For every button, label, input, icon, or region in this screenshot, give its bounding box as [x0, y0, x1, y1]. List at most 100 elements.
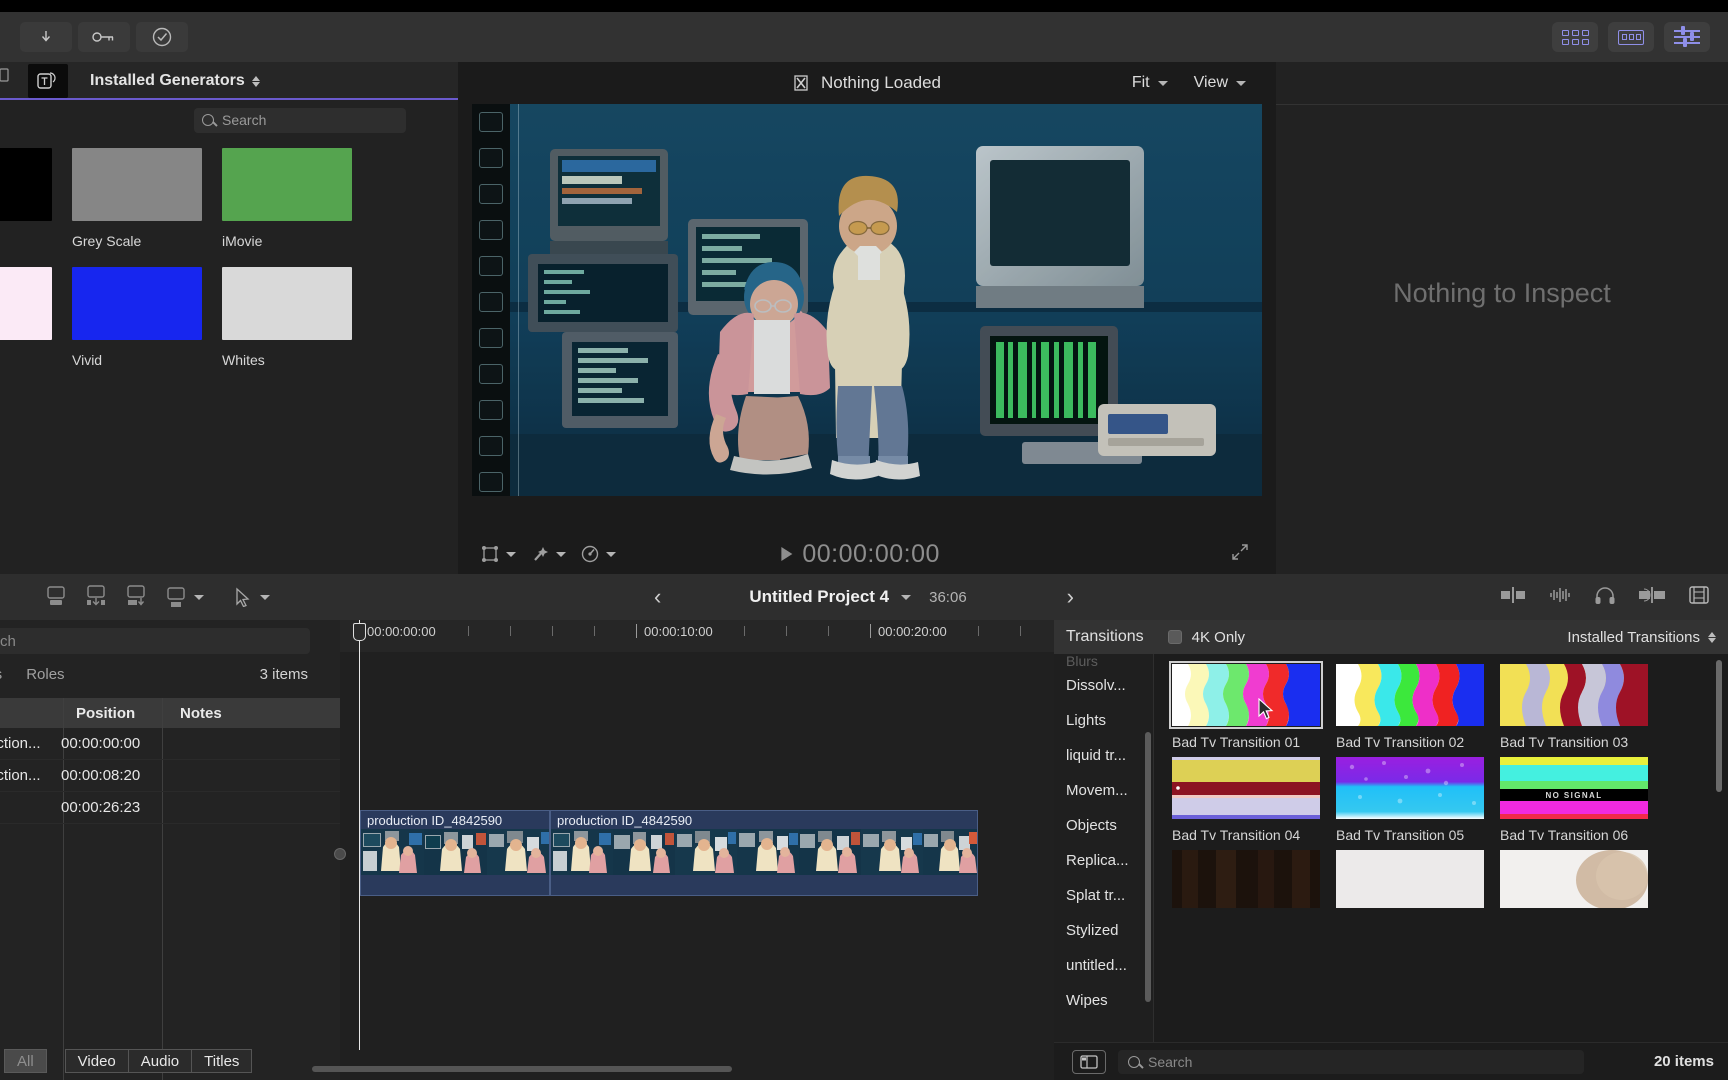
category-item[interactable]: Splat tr... [1054, 878, 1153, 913]
viewer-pane: Nothing Loaded Fit View 00:00:00:00 [458, 62, 1382, 574]
transition-item[interactable]: NO SIGNAL Bad Tv Transition 06 [1500, 757, 1648, 844]
timeline-pane[interactable]: 00:00:00:00 00:00:10:00 00:00:20:00 prod… [312, 620, 1054, 1080]
index-tab-tags[interactable]: ags [0, 666, 2, 683]
generator-item[interactable] [0, 148, 52, 249]
project-menu-chevron-down-icon[interactable] [901, 594, 912, 600]
index-column-position[interactable]: Position [76, 705, 164, 722]
next-project-button[interactable]: › [1067, 584, 1074, 610]
titles-generators-tab[interactable] [28, 64, 68, 98]
transition-item[interactable] [1336, 850, 1484, 915]
category-item[interactable]: Movem... [1054, 773, 1153, 808]
keyword-button[interactable] [78, 22, 130, 52]
transition-item[interactable]: Bad Tv Transition 04 [1172, 757, 1320, 844]
waveform-button[interactable] [1548, 586, 1572, 609]
retime-tool[interactable] [580, 544, 616, 564]
category-item[interactable]: untitled... [1054, 948, 1153, 983]
play-icon[interactable] [781, 547, 793, 561]
category-item[interactable]: Wipes [1054, 983, 1153, 1018]
previous-project-button[interactable]: ‹ [654, 584, 661, 610]
generator-item[interactable] [0, 267, 52, 368]
transition-item[interactable]: Bad Tv Transition 02 [1336, 664, 1484, 751]
category-scrollbar[interactable] [1145, 732, 1151, 1002]
transitions-grid-scrollbar[interactable] [1716, 660, 1722, 792]
transition-item[interactable]: Bad Tv Transition 05 [1336, 757, 1484, 844]
generator-thumbnail [0, 267, 52, 340]
effects-browser-button[interactable] [1608, 22, 1654, 52]
transitions-item-count: 20 items [1653, 1053, 1714, 1070]
viewer-status-text: Nothing Loaded [820, 73, 942, 92]
main-toolbar [0, 12, 1728, 62]
viewer-canvas[interactable] [472, 104, 1262, 496]
category-item[interactable]: Objects [1054, 808, 1153, 843]
sliders-icon [1674, 26, 1700, 47]
timeline-clip[interactable]: production ID_4842590 [360, 810, 550, 896]
key-icon [92, 32, 114, 42]
category-item[interactable]: Lights [1054, 703, 1153, 738]
analysis-button[interactable] [136, 22, 188, 52]
index-filter-titles[interactable]: Titles [191, 1049, 253, 1073]
generators-browser: Installed Generators Search Grey Scale i… [0, 62, 458, 574]
category-item[interactable]: Stylized [1054, 913, 1153, 948]
index-filter-audio[interactable]: Audio [127, 1049, 193, 1073]
4k-only-checkbox[interactable]: 4K Only [1167, 629, 1245, 646]
category-item[interactable]: Blurs [1054, 654, 1153, 668]
transition-thumbnail [1172, 850, 1320, 908]
index-column-notes[interactable]: Notes [180, 705, 222, 722]
installed-transitions-menu[interactable]: Installed Transitions [1567, 629, 1716, 646]
generator-item[interactable]: Whites [222, 267, 352, 368]
category-item[interactable]: Dissolv... [1054, 668, 1153, 703]
viewer-view-menu[interactable]: View [1194, 74, 1246, 92]
browser-edge-tab[interactable] [0, 68, 10, 82]
viewer-timecode[interactable]: 00:00:00:00 [802, 540, 940, 569]
transitions-search-input[interactable]: Search [1118, 1049, 1584, 1074]
transition-item[interactable] [1500, 850, 1648, 915]
titles-generators-icon [37, 72, 56, 89]
chevron-down-icon[interactable] [506, 551, 516, 557]
playhead-handle[interactable] [353, 623, 366, 641]
viewer-fullscreen-button[interactable] [1230, 542, 1250, 567]
waveform-icon [1550, 587, 1570, 602]
audio-meter-button[interactable] [1500, 586, 1526, 609]
transition-item[interactable]: Bad Tv Transition 03 [1500, 664, 1648, 751]
clip-start-handle[interactable] [334, 848, 346, 860]
transition-item[interactable]: Bad Tv Transition 01 [1169, 661, 1323, 751]
chevron-down-icon[interactable] [556, 551, 566, 557]
index-filter-video[interactable]: Video [64, 1049, 129, 1073]
table-row[interactable]: 00:00:26:23 [0, 792, 340, 824]
generator-item[interactable]: iMovie [222, 148, 352, 249]
inspector-toggle-button[interactable] [1664, 22, 1710, 52]
index-filter-all[interactable]: All [4, 1049, 47, 1073]
table-row[interactable]: uction... 00:00:00:00 [0, 728, 340, 760]
sidebar-toggle-button[interactable] [1072, 1049, 1106, 1074]
viewer-zoom-menu[interactable]: Fit [1132, 74, 1168, 92]
browser-toggle-button[interactable] [1552, 22, 1598, 52]
headphones-icon [1595, 586, 1615, 604]
browser-title-menu[interactable]: Installed Generators [90, 72, 260, 90]
audio-pan-button[interactable] [1638, 586, 1666, 609]
transitions-header: Transitions 4K Only Installed Transition… [1054, 620, 1728, 654]
timeline-index-button[interactable] [1688, 585, 1710, 610]
headphones-button[interactable] [1594, 585, 1616, 610]
transform-tool[interactable] [480, 544, 516, 564]
transform-icon [482, 546, 498, 562]
clip-filmstrip [551, 829, 977, 875]
timeline-ruler[interactable]: 00:00:00:00 00:00:10:00 00:00:20:00 [340, 620, 1054, 652]
enhancements-tool[interactable] [530, 544, 566, 564]
index-search-input[interactable]: ch [0, 628, 310, 654]
table-row[interactable]: uction... 00:00:08:20 [0, 760, 340, 792]
category-item[interactable]: Replica... [1054, 843, 1153, 878]
generators-search-input[interactable]: Search [194, 107, 406, 133]
generator-item[interactable]: Vivid [72, 267, 202, 368]
import-media-button[interactable] [20, 22, 72, 52]
generator-item[interactable]: Grey Scale [72, 148, 202, 249]
transition-item[interactable] [1172, 850, 1320, 915]
timeline-horizontal-scrollbar[interactable] [312, 1066, 1054, 1074]
index-tab-roles[interactable]: Roles [26, 666, 64, 683]
sidebar-toggle-icon [1080, 1054, 1098, 1069]
hourglass-icon [793, 75, 809, 92]
viewer-menus: Fit View [1132, 74, 1246, 92]
chevron-down-icon[interactable] [606, 551, 616, 557]
svg-text:NO SIGNAL: NO SIGNAL [1545, 791, 1602, 800]
timeline-clip[interactable]: production ID_4842590 [550, 810, 978, 896]
category-item[interactable]: liquid tr... [1054, 738, 1153, 773]
